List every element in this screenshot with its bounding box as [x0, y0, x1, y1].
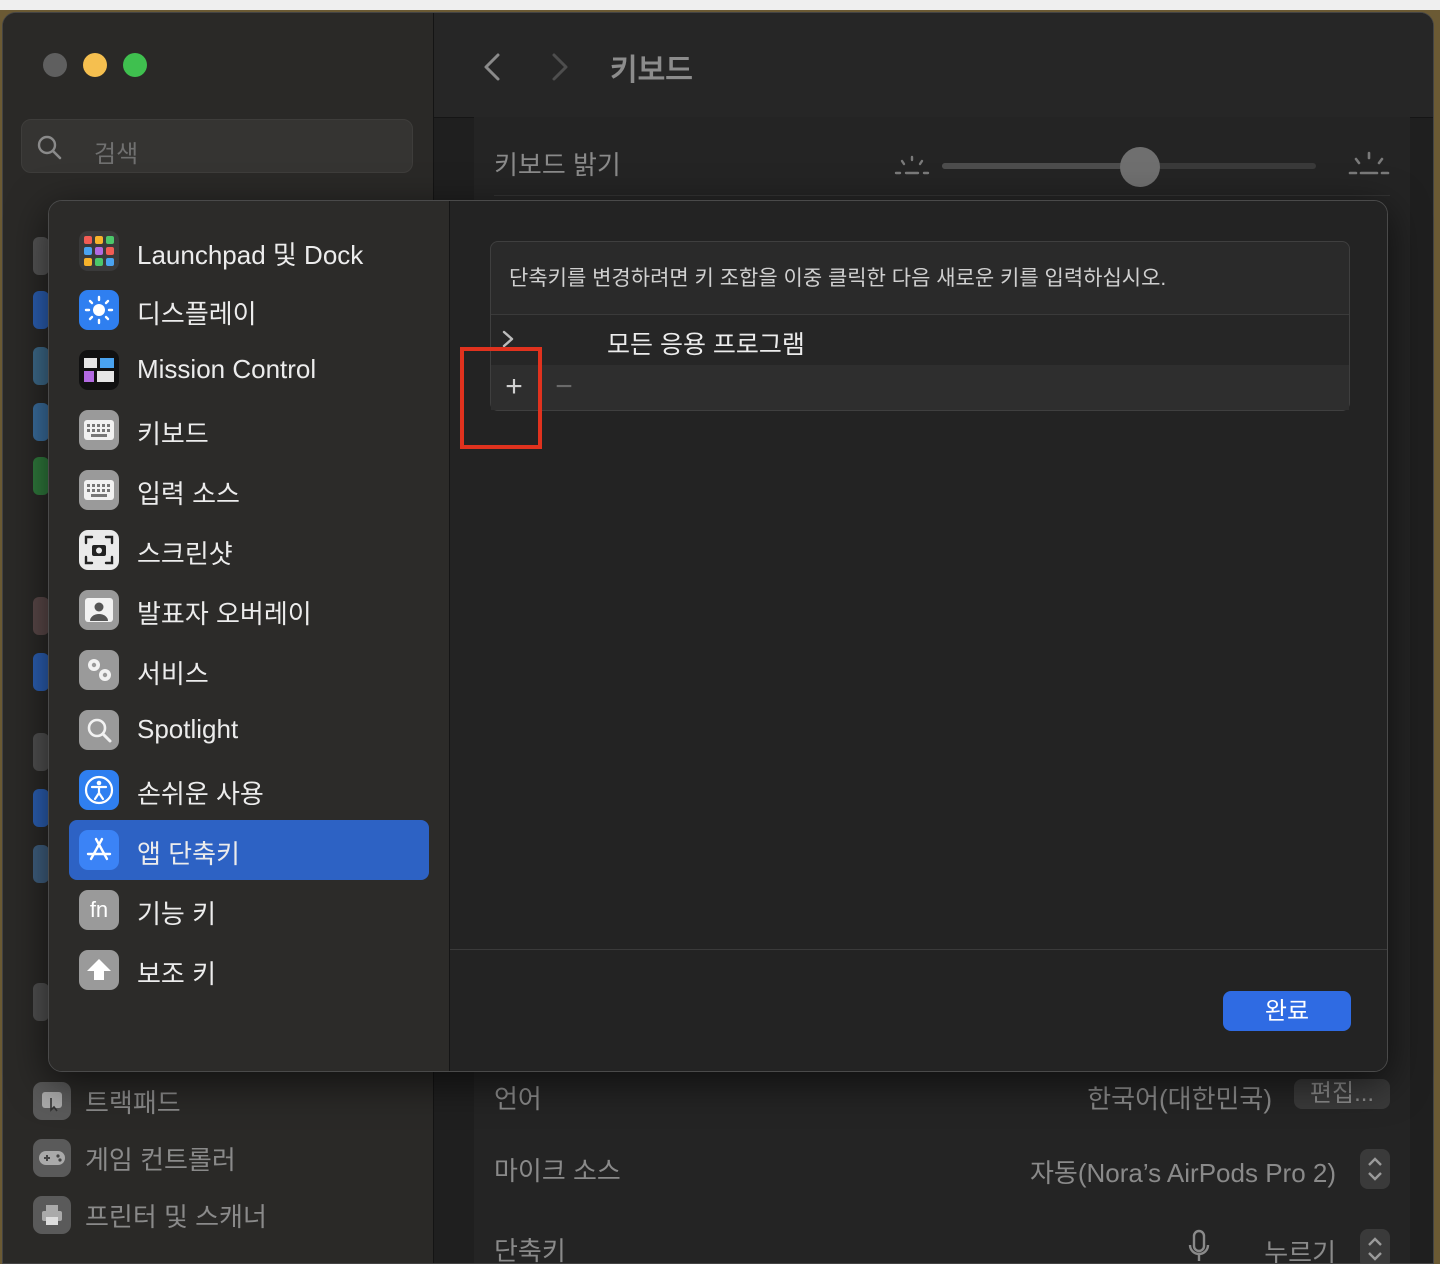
category-label: Spotlight — [137, 714, 239, 744]
category-keyboard[interactable]: 키보드 — [69, 400, 429, 460]
table-footer-controls: + − — [491, 365, 1349, 410]
minimize-button[interactable] — [83, 53, 107, 77]
accessibility-icon — [79, 770, 119, 810]
spotlight-icon — [79, 710, 119, 750]
sidebar-item-label: 게임 컨트롤러 — [85, 1144, 236, 1175]
category-label: 앱 단축키 — [137, 839, 240, 869]
category-input-sources[interactable]: 입력 소스 — [69, 460, 429, 520]
gamepad-icon — [33, 1139, 71, 1177]
category-label: 디스플레이 — [137, 299, 257, 329]
category-launchpad-dock[interactable]: Launchpad 및 Dock — [69, 221, 429, 281]
keyboard-brightness-label: 키보드 밝기 — [494, 150, 621, 180]
display-icon — [79, 290, 119, 330]
annotation-highlight-box — [460, 347, 542, 449]
desktop-top-strip — [0, 0, 1440, 10]
category-presenter-overlay[interactable]: 발표자 오버레이 — [69, 580, 429, 640]
modifier-keys-icon — [79, 950, 119, 990]
brightness-low-icon — [894, 155, 930, 175]
sidebar-item-game-controller[interactable]: 게임 컨트롤러 — [33, 1136, 236, 1180]
keyboard-shortcuts-sheet: Launchpad 및 Dock 디스플레이 Mission Control 키… — [48, 200, 1388, 1072]
trackpad-icon — [33, 1082, 71, 1120]
function-keys-icon: fn — [79, 890, 119, 930]
category-screenshots[interactable]: 스크린샷 — [69, 520, 429, 580]
fn-glyph: fn — [89, 897, 109, 922]
sidebar-item-label: 프린터 및 스캐너 — [85, 1201, 267, 1232]
sheet-divider — [450, 949, 1387, 950]
shortcuts-detail-pane: 단축키를 변경하려면 키 조합을 이중 클릭한 다음 새로운 키를 입력하십시오… — [450, 201, 1387, 1071]
edit-button[interactable]: 편집... — [1294, 1079, 1390, 1109]
all-applications-label: 모든 응용 프로그램 — [607, 331, 805, 359]
sidebar-item-label: 트랙패드 — [85, 1087, 181, 1118]
language-value: 한국어(대한민국) — [1087, 1084, 1272, 1114]
dictation-shortcut-value[interactable]: 누르기 — [1264, 1233, 1336, 1263]
brightness-slider-knob[interactable] — [1120, 147, 1161, 187]
screenshot-icon — [79, 530, 119, 570]
remove-shortcut-button[interactable]: − — [549, 369, 579, 405]
dictation-shortcut-row: 단축키 누르기 — [494, 1217, 1390, 1264]
category-label: 기능 키 — [137, 899, 216, 929]
all-applications-row[interactable]: 모든 응용 프로그램 — [491, 314, 1349, 366]
brightness-slider-fill — [942, 163, 1141, 169]
launchpad-icon — [79, 231, 119, 271]
services-icon — [79, 650, 119, 690]
printer-icon — [33, 1196, 71, 1234]
keyboard-icon — [79, 410, 119, 450]
category-label: 스크린샷 — [137, 539, 233, 569]
category-spotlight[interactable]: Spotlight — [69, 700, 429, 760]
category-label: 보조 키 — [137, 959, 216, 989]
search-placeholder: 검색 — [94, 141, 139, 168]
brightness-high-icon — [1348, 151, 1390, 175]
presenter-overlay-icon — [79, 590, 119, 630]
language-label: 언어 — [494, 1084, 542, 1114]
zoom-button[interactable] — [123, 53, 147, 77]
search-icon — [37, 135, 62, 160]
close-button[interactable] — [43, 53, 67, 77]
page-title: 키보드 — [610, 54, 693, 87]
category-label: 입력 소스 — [137, 479, 240, 509]
dictation-shortcut-label: 단축키 — [494, 1236, 566, 1264]
category-services[interactable]: 서비스 — [69, 640, 429, 700]
shortcuts-table: 단축키를 변경하려면 키 조합을 이중 클릭한 다음 새로운 키를 입력하십시오… — [490, 241, 1350, 411]
microphone-icon — [1188, 1229, 1210, 1261]
category-mission-control[interactable]: Mission Control — [69, 340, 429, 400]
toolbar: 키보드 — [434, 13, 1433, 118]
back-chevron-icon[interactable] — [480, 49, 504, 85]
category-function-keys[interactable]: fn 기능 키 — [69, 880, 429, 940]
category-label: Launchpad 및 Dock — [137, 240, 364, 270]
microphone-source-popup[interactable] — [1360, 1149, 1390, 1189]
microphone-source-row: 마이크 소스 자동(Nora’s AirPods Pro 2) — [494, 1137, 1390, 1197]
updown-chevron-icon — [1368, 1157, 1382, 1181]
disclosure-chevron-icon[interactable] — [501, 329, 515, 349]
forward-chevron-icon[interactable] — [548, 49, 572, 85]
category-app-shortcuts[interactable]: 앱 단축키 — [69, 820, 429, 880]
dictation-shortcut-popup[interactable] — [1360, 1229, 1390, 1263]
done-button[interactable]: 완료 — [1223, 991, 1351, 1031]
app-shortcuts-icon — [79, 830, 119, 870]
category-modifier-keys[interactable]: 보조 키 — [69, 940, 429, 1000]
input-sources-icon — [79, 470, 119, 510]
category-label: Mission Control — [137, 354, 317, 384]
category-label: 키보드 — [137, 419, 209, 449]
shortcut-categories-list: Launchpad 및 Dock 디스플레이 Mission Control 키… — [49, 201, 450, 1071]
microphone-source-label: 마이크 소스 — [494, 1156, 621, 1186]
updown-chevron-icon — [1368, 1237, 1382, 1261]
category-label: 서비스 — [137, 659, 209, 689]
category-display[interactable]: 디스플레이 — [69, 280, 429, 340]
mission-control-icon — [79, 350, 119, 390]
search-field[interactable]: 검색 — [21, 119, 413, 173]
language-row: 언어 한국어(대한민국) 편집... — [494, 1073, 1390, 1133]
sidebar-item-trackpad[interactable]: 트랙패드 — [33, 1079, 181, 1123]
sidebar-item-printers[interactable]: 프린터 및 스캐너 — [33, 1193, 267, 1237]
category-label: 발표자 오버레이 — [137, 599, 312, 629]
category-accessibility[interactable]: 손쉬운 사용 — [69, 760, 429, 820]
shortcut-hint-text: 단축키를 변경하려면 키 조합을 이중 클릭한 다음 새로운 키를 입력하십시오… — [509, 267, 1167, 290]
category-label: 손쉬운 사용 — [137, 779, 264, 809]
keyboard-brightness-row: 키보드 밝기 — [494, 131, 1390, 196]
window-controls — [43, 53, 147, 77]
microphone-source-value[interactable]: 자동(Nora’s AirPods Pro 2) — [1030, 1153, 1336, 1190]
